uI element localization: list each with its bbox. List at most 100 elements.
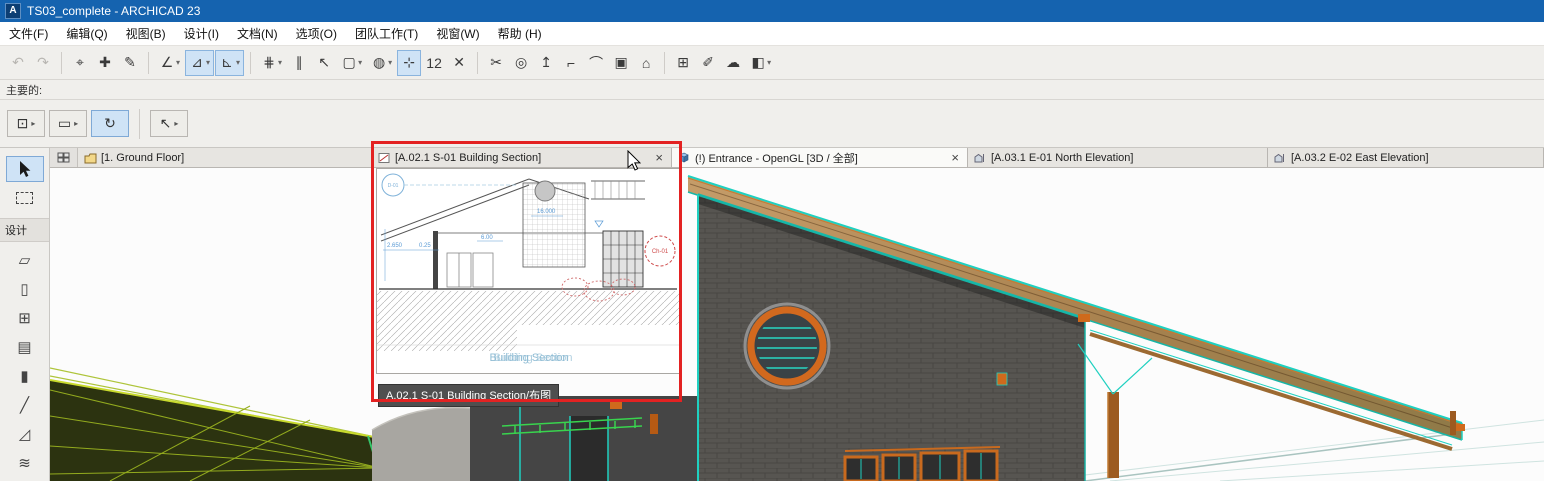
tab-ground-floor[interactable]: [1. Ground Floor] xyxy=(78,148,372,167)
door-tool[interactable]: ▯ xyxy=(6,276,44,302)
menu-item-4[interactable]: 设计(I) xyxy=(175,25,228,42)
tab-building-section[interactable]: [A.02.1 S-01 Building Section] × xyxy=(372,148,672,167)
menu-item-7[interactable]: 团队工作(T) xyxy=(346,25,427,42)
stretch-button[interactable]: ◎ xyxy=(509,50,533,76)
glazed-door xyxy=(603,231,643,287)
tab-label: [A.03.1 E-01 North Elevation] xyxy=(991,152,1133,164)
orbit-mode-button[interactable]: ↻ xyxy=(91,110,129,137)
tab-preview-popup[interactable]: Ch-01 D-01 2.650 0.25 6.00 16.000 xyxy=(376,168,682,374)
tab-close-icon[interactable]: × xyxy=(949,151,961,164)
snap-grid-button[interactable]: ⋕▾ xyxy=(257,50,286,76)
svg-text:0.25: 0.25 xyxy=(419,243,431,249)
editing-plane-icon: ∥ xyxy=(291,54,307,71)
tab-east-elevation[interactable]: [A.03.2 E-02 East Elevation] xyxy=(1268,148,1544,167)
menu-item-5[interactable]: 文档(N) xyxy=(228,25,287,42)
menu-item-9[interactable]: 帮助 (H) xyxy=(489,25,551,42)
menu-item-1[interactable]: 文件(F) xyxy=(0,25,57,42)
coordinate-tracker-icon: ⊹ xyxy=(401,54,417,71)
tab-entrance-3d[interactable]: (!) Entrance - OpenGL [3D / 全部] × xyxy=(672,148,968,167)
undo-button[interactable]: ↶ xyxy=(6,50,30,76)
guide-line-circle-button[interactable]: ⊾▾ xyxy=(215,50,244,76)
annotate-button[interactable]: ✐ xyxy=(696,50,720,76)
dropdown-arrow-icon[interactable]: ▾ xyxy=(358,58,362,67)
toolbar-separator xyxy=(61,52,62,74)
grid-system-button[interactable]: ⊞ xyxy=(671,50,695,76)
floor-plan-icon xyxy=(84,152,97,164)
guide-line-segment-icon: ⊿ xyxy=(189,54,205,71)
menu-item-8[interactable]: 视窗(W) xyxy=(427,25,488,42)
dropdown-arrow-icon[interactable]: ▾ xyxy=(388,58,392,67)
quad-view-icon xyxy=(57,152,70,164)
marquee-mode-button[interactable]: ▭▸ xyxy=(49,110,87,137)
tab-close-icon[interactable]: × xyxy=(653,151,665,164)
stair-tool[interactable]: ≋ xyxy=(6,450,44,476)
coordinate-tracker-button[interactable]: ⊹ xyxy=(397,50,421,76)
column-tool[interactable]: ▮ xyxy=(6,363,44,389)
section-icon xyxy=(378,152,391,164)
pick-up-parameters-icon: ⌖ xyxy=(72,54,88,71)
toolbox-tools: ▱ ▯ ⊞ ▤ ▮ ╱ ◿ ≋ xyxy=(6,247,44,476)
split-button[interactable]: ✂ xyxy=(484,50,508,76)
elevate-button[interactable]: ↥ xyxy=(534,50,558,76)
marquee-select-tool[interactable] xyxy=(6,185,44,211)
revision-cloud-button[interactable]: ☁ xyxy=(721,50,745,76)
viewport-container xyxy=(50,168,1544,481)
stretch-box-button[interactable]: ▣ xyxy=(609,50,633,76)
dropdown-arrow-icon[interactable]: ▾ xyxy=(206,58,210,67)
svg-text:16.000: 16.000 xyxy=(537,209,556,215)
ground-hatch-left xyxy=(377,325,517,351)
home-story-button[interactable]: ⌂ xyxy=(634,50,658,76)
menu-item-3[interactable]: 视图(B) xyxy=(117,25,175,42)
tab-label: [A.03.2 E-02 East Elevation] xyxy=(1291,152,1429,164)
ground-hatch xyxy=(377,291,681,325)
arrow-tool-icon: ↖ xyxy=(160,115,172,132)
3d-viewport[interactable] xyxy=(50,168,1544,481)
curtain-wall-tool[interactable]: ▤ xyxy=(6,334,44,360)
window-tool[interactable]: ⊞ xyxy=(6,305,44,331)
edit-parameters-button[interactable]: ✎ xyxy=(118,50,142,76)
beam-tool-icon: ╱ xyxy=(20,396,29,414)
flyout-arrow-icon: ▸ xyxy=(31,119,35,128)
cube-3d-icon xyxy=(678,151,691,164)
dropdown-arrow-icon[interactable]: ▾ xyxy=(236,58,240,67)
gravity-button[interactable]: ◍▾ xyxy=(367,50,396,76)
auto-dimension-button[interactable]: 12 xyxy=(422,50,446,76)
measure-button[interactable]: ∠▾ xyxy=(155,50,184,76)
pick-up-parameters-button[interactable]: ⌖ xyxy=(68,50,92,76)
snap-grid-icon: ⋕ xyxy=(261,54,277,71)
marquee-mode-icon: ▭ xyxy=(58,115,71,132)
render-button[interactable]: ◧▾ xyxy=(746,50,775,76)
beam-tool[interactable]: ╱ xyxy=(6,392,44,418)
editing-plane-button[interactable]: ∥ xyxy=(287,50,311,76)
inject-parameters-button[interactable]: ✚ xyxy=(93,50,117,76)
snap-cursor-button[interactable]: ↖ xyxy=(312,50,336,76)
dropdown-arrow-icon[interactable]: ▾ xyxy=(176,58,180,67)
wall-tool[interactable]: ▱ xyxy=(6,247,44,273)
cancel-icon: ✕ xyxy=(451,54,467,71)
fillet-button[interactable]: ⌒ xyxy=(584,50,608,76)
toolbar-separator xyxy=(477,52,478,74)
menu-item-2[interactable]: 编辑(Q) xyxy=(57,25,116,42)
marker-label: D-01 xyxy=(388,183,399,189)
arrow-tool-button[interactable]: ↖▸ xyxy=(150,110,188,137)
redo-button[interactable]: ↷ xyxy=(31,50,55,76)
orbit-mode-icon: ↻ xyxy=(104,115,116,132)
flyout-arrow-icon: ▸ xyxy=(74,119,78,128)
arrow-select-tool[interactable] xyxy=(6,156,44,182)
elevate-icon: ↥ xyxy=(538,54,554,71)
corner-button[interactable]: ⌐ xyxy=(559,50,583,76)
auto-dimension-icon: 12 xyxy=(426,55,442,71)
marquee-area-button[interactable]: ▢▾ xyxy=(337,50,366,76)
guide-line-segment-button[interactable]: ⊿▾ xyxy=(185,50,214,76)
drag-mode-button[interactable]: ⊡▸ xyxy=(7,110,45,137)
dropdown-arrow-icon[interactable]: ▾ xyxy=(767,58,771,67)
tab-bar: [1. Ground Floor] [A.02.1 S-01 Building … xyxy=(50,148,1544,168)
menu-item-6[interactable]: 选项(O) xyxy=(287,25,346,42)
dropdown-arrow-icon[interactable]: ▾ xyxy=(278,58,282,67)
toolbar-separator xyxy=(148,52,149,74)
cancel-button[interactable]: ✕ xyxy=(447,50,471,76)
section-drawing-preview: Ch-01 D-01 2.650 0.25 6.00 16.000 xyxy=(377,169,681,373)
roof-tool[interactable]: ◿ xyxy=(6,421,44,447)
tab-north-elevation[interactable]: [A.03.1 E-01 North Elevation] xyxy=(968,148,1268,167)
quad-view-button[interactable] xyxy=(50,148,78,167)
